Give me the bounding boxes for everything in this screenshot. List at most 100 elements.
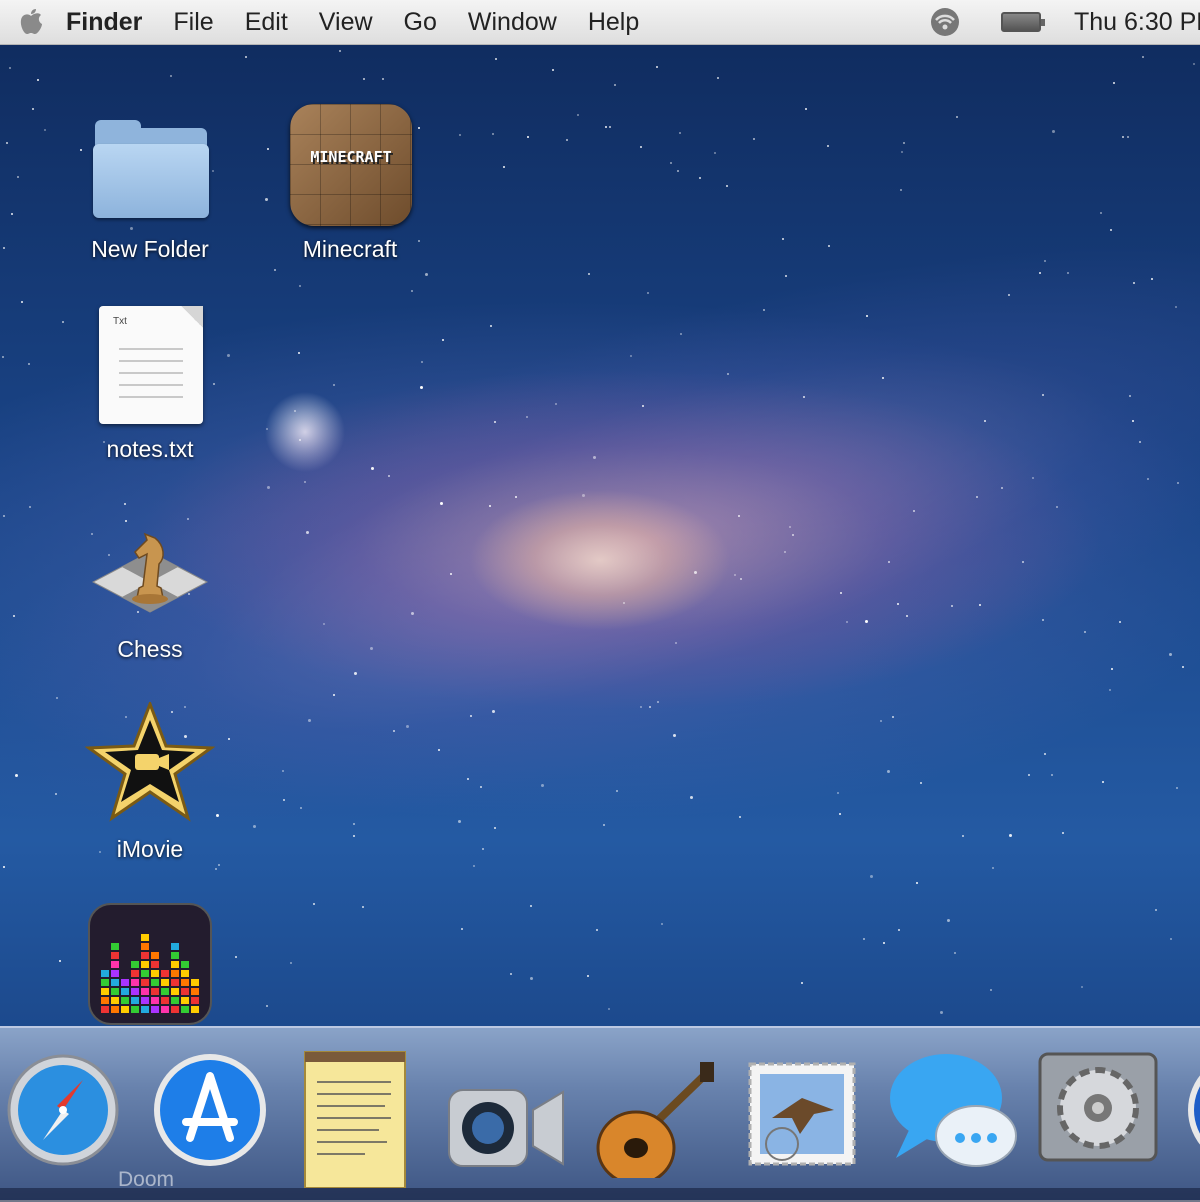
dock-partial-app[interactable] [1186,1048,1200,1168]
desktop-icon-minecraft[interactable]: MINECRAFT Minecraft [260,102,440,263]
star [461,928,463,930]
star [510,973,512,975]
star [954,952,956,954]
star [393,730,395,732]
star [440,502,443,505]
equalizer-block [171,997,179,1004]
desktop-icon-imovie[interactable]: iMovie [60,699,240,863]
star [530,905,532,907]
equalizer-block [191,997,199,1004]
star [863,938,865,940]
desktop-icon-new-folder[interactable]: New Folder [60,102,240,263]
dock-system-preferences[interactable] [1038,1048,1158,1168]
star [489,505,491,507]
star [792,534,794,536]
star [605,126,607,128]
equalizer-block [161,979,169,986]
menu-edit[interactable]: Edit [245,8,288,37]
star [805,108,807,110]
equalizer-block [131,979,139,986]
menu-finder[interactable]: Finder [66,8,142,37]
star [298,352,300,354]
star [28,363,30,365]
star [753,138,755,140]
star [657,701,659,703]
equalizer-block [141,943,149,950]
menubar-clock[interactable]: Thu 6:30 PM [1074,8,1200,37]
star [1084,631,1086,633]
equalizer-block [131,970,139,977]
star [425,273,428,276]
equalizer-block [181,970,189,977]
star [1147,478,1149,480]
star [515,496,517,498]
equalizer-block [131,988,139,995]
battery-icon[interactable] [1001,12,1045,32]
star [801,982,803,984]
star [614,84,616,86]
star [640,706,642,708]
star [577,114,579,116]
star [215,868,217,870]
menu-file[interactable]: File [173,8,213,37]
equalizer-block [101,970,109,977]
equalizer-block [151,997,159,1004]
star [990,989,992,991]
desktop-icon-label: Minecraft [302,236,398,262]
dock-messages[interactable] [888,1048,1017,1168]
star [6,142,8,144]
dock-mail[interactable] [742,1048,862,1168]
star [984,420,986,422]
star [642,405,644,407]
imovie-icon [84,699,216,832]
star [494,827,496,829]
star [494,421,496,423]
equalizer-block [171,979,179,986]
dock-garageband[interactable] [590,1048,714,1186]
dock-app-store[interactable] [150,1048,270,1168]
star [44,129,46,131]
desktop-icon-music-app[interactable] [60,902,240,1032]
star [587,975,589,977]
star [555,403,557,405]
menu-view[interactable]: View [319,8,373,37]
equalizer-block [151,952,159,959]
star [313,903,315,905]
star [21,301,23,303]
dock-safari[interactable] [3,1048,123,1168]
equalizer-block [151,970,159,977]
star [527,136,529,138]
star [290,962,292,964]
star [882,377,884,379]
equalizer-block [111,952,119,959]
dock-facetime[interactable] [443,1048,564,1168]
star [3,515,5,517]
star [274,269,276,271]
star [411,612,414,615]
desktop-icon-chess[interactable]: Chess [60,502,240,663]
desktop-icon-notes-txt[interactable]: Txt notes.txt [60,302,240,463]
star [282,770,284,772]
equalizer-block [131,997,139,1004]
dock-notes[interactable] [295,1048,415,1189]
star [846,621,848,623]
apple-menu-icon[interactable] [14,7,48,37]
star [1109,689,1111,691]
equalizer-block [121,988,129,995]
star [283,799,285,801]
star [459,134,461,136]
star [37,79,39,81]
star [253,825,256,828]
equalizer-block [151,961,159,968]
star [363,78,365,80]
wifi-icon[interactable] [929,7,961,37]
menu-window[interactable]: Window [468,8,557,37]
mail-icon [748,1062,856,1166]
star [694,571,697,574]
menu-help[interactable]: Help [588,8,639,37]
star [827,145,829,147]
star [1032,477,1034,479]
star [962,835,964,837]
star [976,496,978,498]
menu-go[interactable]: Go [404,8,437,37]
